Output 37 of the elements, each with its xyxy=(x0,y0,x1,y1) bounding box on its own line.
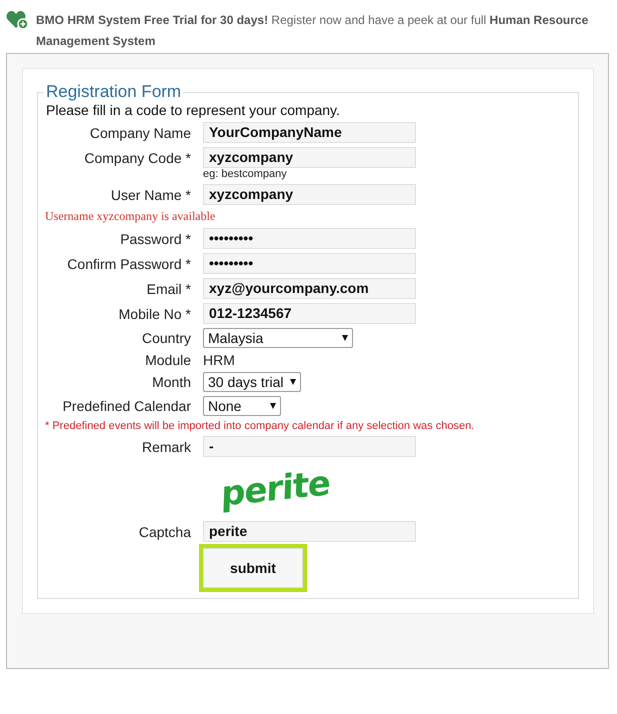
field-label: Predefined Calendar xyxy=(62,398,191,414)
caret-icon xyxy=(342,335,348,341)
input-field[interactable]: perite xyxy=(203,521,416,542)
input-field[interactable]: xyzcompany xyxy=(203,147,416,168)
captcha-image: perite xyxy=(220,463,331,515)
input-field[interactable]: 012-1234567 xyxy=(203,303,416,324)
form-instruction: Please fill in a code to represent your company. xyxy=(46,102,341,118)
dropdown[interactable]: None xyxy=(203,396,281,416)
field-label: Month xyxy=(152,374,191,390)
calendar-note: * Predefined events will be imported into company calendar if any selection was chosen. xyxy=(45,420,474,432)
promo-text: BMO HRM System Free Trial for 30 days! Register now and have a peek at our full Human Resource Management System xyxy=(36,12,590,50)
field-label: Company Code * xyxy=(84,150,191,166)
input-field[interactable]: ••••••••• xyxy=(203,253,416,274)
form-legend: Registration Form xyxy=(44,82,184,102)
caret-icon xyxy=(290,379,296,385)
input-field[interactable]: YourCompanyName xyxy=(203,122,416,143)
field-label: Company Name xyxy=(90,124,191,140)
heart-plus-icon xyxy=(6,10,30,30)
field-label: Mobile No * xyxy=(118,306,191,322)
caret-icon xyxy=(270,403,276,409)
dropdown[interactable]: 30 days trial xyxy=(203,372,301,392)
dropdown[interactable]: Malaysia xyxy=(203,328,353,348)
field-value: HRM xyxy=(203,352,235,368)
input-field[interactable]: xyz@yourcompany.com xyxy=(203,278,416,299)
hint-text: eg: bestcompany xyxy=(203,168,287,180)
input-field[interactable]: - xyxy=(203,436,416,457)
input-field[interactable]: xyzcompany xyxy=(203,184,416,205)
field-label: Confirm Password * xyxy=(67,256,191,272)
field-label: Email * xyxy=(146,280,191,296)
field-label: Module xyxy=(145,352,191,368)
field-label: Password * xyxy=(120,230,191,246)
field-label: Country xyxy=(142,330,191,346)
field-label: Captcha xyxy=(138,524,191,540)
availability-message: Username xyzcompany is available xyxy=(45,209,216,224)
field-label: User Name * xyxy=(110,186,191,202)
input-field[interactable]: ••••••••• xyxy=(203,228,416,249)
field-label: Remark xyxy=(142,438,191,454)
